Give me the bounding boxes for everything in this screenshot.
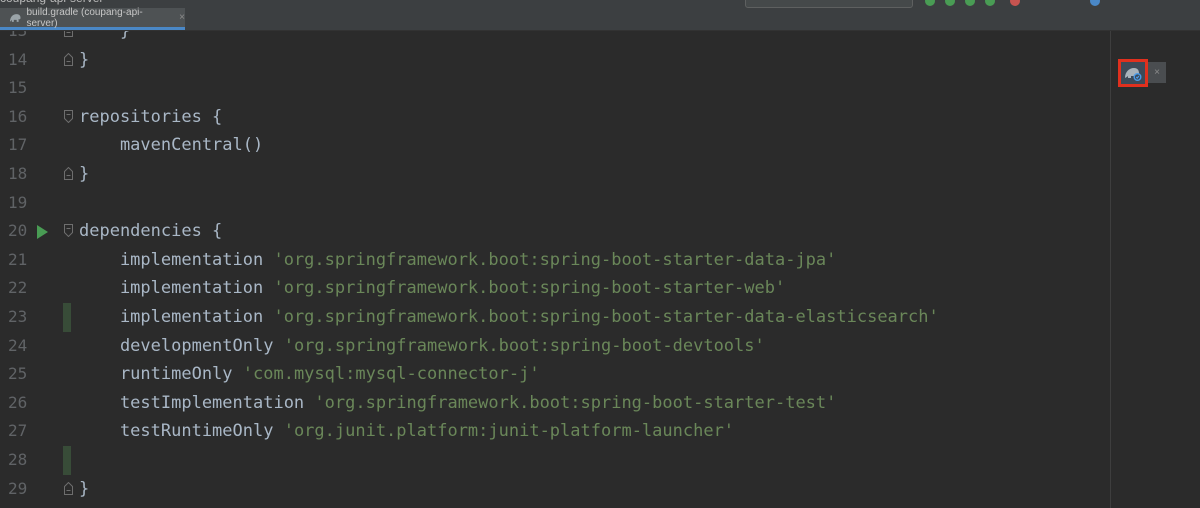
line-number: 18 (8, 164, 28, 183)
dependency-configuration: implementation (79, 278, 274, 299)
line-number: 24 (8, 335, 28, 355)
vcs-update-icon[interactable] (1090, 0, 1100, 6)
code-text: implementation 'org.springframework.boot… (79, 246, 836, 275)
fold-close-icon[interactable] (64, 481, 73, 495)
gradle-elephant-icon (9, 13, 21, 22)
line-number: 16 (8, 106, 28, 126)
code-line[interactable]: 14} (0, 46, 1110, 75)
dependency-configuration: runtimeOnly (79, 364, 243, 385)
dependency-configuration: developmentOnly (79, 335, 284, 356)
code-text: implementation 'org.springframework.boot… (79, 274, 785, 303)
code-text: } (79, 49, 90, 70)
dependency-coordinate: 'org.springframework.boot:spring-boot-st… (273, 249, 837, 270)
line-number: 13 (8, 31, 34, 46)
code-text: } (79, 478, 90, 499)
run-gutter-icon[interactable] (37, 225, 48, 240)
vcs-change-marker[interactable] (63, 446, 71, 475)
debug-icon[interactable] (965, 0, 975, 6)
vcs-change-marker[interactable] (63, 303, 71, 332)
line-number: 21 (8, 249, 28, 269)
code-line[interactable]: 28 (0, 446, 1110, 475)
fold-close-icon[interactable] (64, 167, 73, 180)
line-number: 17 (8, 135, 28, 155)
code-line[interactable]: 24 developmentOnly 'org.springframework.… (0, 332, 1110, 361)
gradle-popup-close-icon[interactable]: × (1148, 62, 1166, 83)
line-number: 19 (8, 192, 28, 212)
code-text: } (79, 31, 131, 41)
code-line[interactable]: 25 runtimeOnly 'com.mysql:mysql-connecto… (0, 360, 1110, 389)
dependency-configuration: testRuntimeOnly (79, 421, 284, 442)
code-text: implementation 'org.springframework.boot… (79, 303, 939, 332)
code-text: testImplementation 'org.springframework.… (79, 389, 836, 418)
code-line[interactable]: 21 implementation 'org.springframework.b… (0, 246, 1110, 275)
code-line[interactable]: 29} (0, 475, 1110, 504)
code-line[interactable]: 23 implementation 'org.springframework.b… (0, 303, 1110, 332)
editor-tab-bar: build.gradle (coupang-api-server) × (0, 6, 1200, 31)
code-text: } (79, 164, 90, 184)
main-toolbar: coupang-api-server (0, 0, 1200, 8)
code-line[interactable]: 16 repositories { (0, 103, 1110, 132)
code-text: runtimeOnly 'com.mysql:mysql-connector-j… (79, 360, 540, 389)
line-number: 25 (8, 364, 28, 384)
dependency-configuration: implementation (79, 249, 274, 270)
load-gradle-changes-button[interactable] (1118, 59, 1148, 87)
gradle-load-changes-icon (1125, 68, 1142, 81)
dependency-coordinate: 'org.springframework.boot:spring-boot-de… (283, 335, 765, 356)
line-number: 23 (8, 307, 28, 326)
line-number: 26 (8, 392, 28, 412)
code-text: dependencies { (79, 221, 223, 242)
run-icon[interactable] (945, 0, 955, 6)
dependency-coordinate: 'org.springframework.boot:spring-boot-st… (273, 278, 786, 299)
code-text: repositories { (79, 106, 223, 127)
dependency-coordinate: 'org.springframework.boot:spring-boot-st… (314, 392, 837, 413)
code-line[interactable]: 26 testImplementation 'org.springframewo… (0, 389, 1110, 418)
dependency-coordinate: 'com.mysql:mysql-connector-j' (242, 364, 540, 385)
line-number: 15 (8, 78, 28, 98)
run-config-selector[interactable] (745, 0, 913, 8)
fold-close-icon[interactable] (64, 31, 73, 37)
code-line[interactable]: 13 } (0, 31, 1110, 46)
tab-close-icon[interactable]: × (179, 12, 185, 23)
tab-label: build.gradle (coupang-api-server) (26, 6, 143, 29)
code-text: testRuntimeOnly 'org.junit.platform:juni… (79, 417, 734, 446)
line-number: 20 (8, 221, 28, 241)
code-line[interactable]: 20 dependencies { (0, 217, 1110, 246)
line-number: 27 (8, 421, 28, 441)
editor-right-gutter (1111, 31, 1200, 508)
code-line[interactable]: 27 testRuntimeOnly 'org.junit.platform:j… (0, 417, 1110, 446)
code-line[interactable]: 15 (0, 74, 1110, 103)
line-number: 14 (8, 49, 28, 69)
code-text: developmentOnly 'org.springframework.boo… (79, 332, 765, 361)
line-number: 28 (8, 450, 28, 469)
fold-open-icon[interactable] (64, 109, 73, 123)
tab-build-gradle[interactable]: build.gradle (coupang-api-server) × (0, 6, 185, 30)
code-line[interactable]: 18} (0, 160, 1110, 189)
coverage-icon[interactable] (985, 0, 995, 6)
code-text: mavenCentral() (79, 135, 264, 156)
project-title[interactable]: coupang-api-server (0, 0, 103, 5)
dependency-coordinate: 'org.springframework.boot:spring-boot-st… (273, 307, 939, 327)
line-number: 22 (8, 278, 28, 298)
dependency-configuration: testImplementation (79, 392, 315, 413)
code-editor[interactable]: 13 }14}1516repositories {17 mavenCentral… (0, 31, 1110, 508)
fold-close-icon[interactable] (64, 52, 73, 66)
code-line[interactable]: 22 implementation 'org.springframework.b… (0, 274, 1110, 303)
line-number: 29 (8, 478, 28, 498)
dependency-configuration: implementation (79, 307, 274, 327)
gradle-load-popup: × (1118, 59, 1166, 87)
build-icon[interactable] (925, 0, 935, 6)
code-line[interactable]: 19 (0, 189, 1110, 218)
fold-open-icon[interactable] (64, 224, 73, 238)
ide-window: coupang-api-server build.gradle (coupang… (0, 0, 1200, 508)
code-line[interactable]: 17 mavenCentral() (0, 131, 1110, 160)
dependency-coordinate: 'org.junit.platform:junit-platform-launc… (283, 421, 735, 442)
stop-icon[interactable] (1010, 0, 1020, 6)
